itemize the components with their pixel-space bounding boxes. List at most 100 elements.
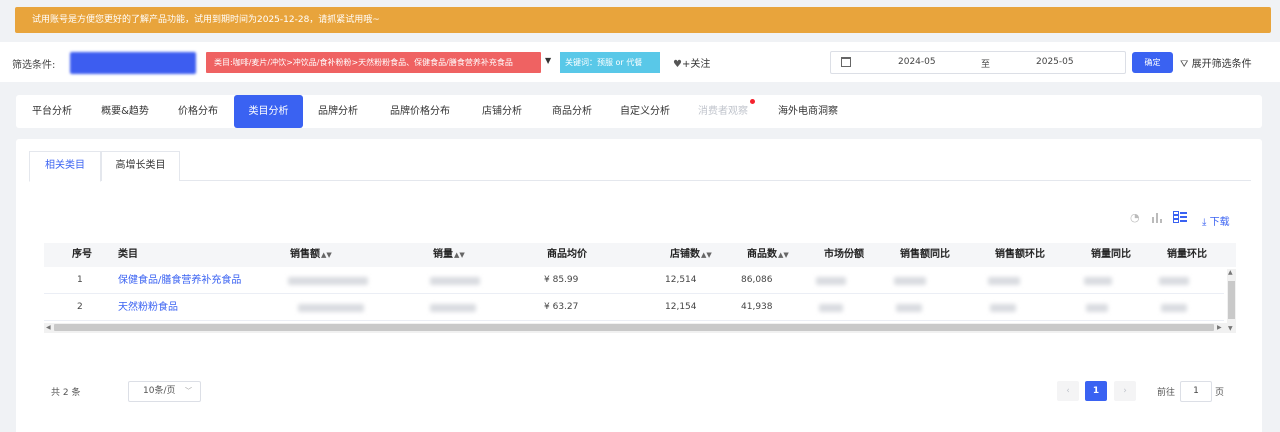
page-size-value: 10条/页	[143, 386, 176, 396]
calendar-icon	[841, 57, 851, 67]
download-button[interactable]: ⤓ 下载	[1202, 213, 1230, 228]
tab-custom-analysis[interactable]: 自定义分析	[610, 95, 680, 128]
category-analysis-card: 相关类目 高增长类目 ◔ ⤓ 下载 序号 类目 销售额▲▼ 销量▲▼ 商品均价 …	[16, 139, 1262, 432]
shop-count-cell: 12,154	[665, 302, 697, 312]
date-start[interactable]: 2024-05	[898, 57, 936, 67]
analysis-tabs: 平台分析 概要&趋势 价格分布 类目分析 品牌分析 品牌价格分布 店铺分析 商品…	[16, 95, 1262, 128]
avg-price-cell: ¥ 85.99	[544, 275, 579, 285]
horizontal-scrollbar[interactable]: ◀ ▶	[44, 323, 1227, 333]
category-filter-tag[interactable]: 类目:咖啡/麦片/冲饮>冲饮品/食补粉粉>天然粉粉食品、保健食品/膳食营养补充食…	[206, 52, 541, 73]
col-market-share: 市场份额	[824, 249, 864, 260]
sort-icon[interactable]: ▲▼	[454, 251, 465, 259]
tab-overview-trend[interactable]: 概要&趋势	[90, 95, 160, 128]
blurred-sales-volume	[430, 304, 476, 312]
notification-dot	[750, 99, 755, 104]
blurred-sales-amount	[288, 277, 368, 285]
blurred-volume-yoy	[1084, 277, 1112, 285]
date-range-picker[interactable]: 2024-05 至 2025-05	[830, 51, 1126, 74]
subtab-high-growth-categories[interactable]: 高增长类目	[101, 151, 180, 181]
follow-button[interactable]: ♥+关注	[673, 55, 710, 70]
table-view-icon[interactable]	[1173, 211, 1187, 226]
trial-notice-banner: 试用账号是方便您更好的了解产品功能，试用到期时间为2025-12-28，请抓紧试…	[15, 7, 1271, 33]
col-goods-count[interactable]: 商品数▲▼	[747, 243, 789, 267]
scroll-up-icon[interactable]: ▲	[1228, 269, 1233, 276]
tab-platform-analysis[interactable]: 平台分析	[20, 95, 84, 128]
blurred-platform-tag[interactable]	[70, 52, 196, 74]
shop-count-cell: 12,514	[665, 275, 697, 285]
goto-page-input[interactable]: 1	[1180, 381, 1212, 402]
goods-count-cell: 86,086	[741, 275, 773, 285]
tab-product-analysis[interactable]: 商品分析	[540, 95, 604, 128]
scroll-left-icon[interactable]: ◀	[46, 324, 51, 331]
next-page-button[interactable]: ›	[1114, 381, 1136, 401]
blurred-volume-mom	[1159, 277, 1189, 285]
page-1-button[interactable]: 1	[1085, 381, 1107, 401]
tab-price-distribution[interactable]: 价格分布	[166, 95, 230, 128]
blurred-market-share	[816, 277, 846, 285]
date-separator: 至	[981, 60, 991, 70]
col-sales-amount[interactable]: 销售额▲▼	[290, 243, 332, 267]
blurred-sales-mom	[990, 304, 1016, 312]
tab-shop-analysis[interactable]: 店铺分析	[470, 95, 534, 128]
tab-consumer-insight[interactable]: 消费者观察	[688, 95, 758, 128]
col-avg-price: 商品均价	[547, 249, 587, 260]
col-goods-count-label: 商品数	[747, 249, 777, 260]
subtabs: 相关类目 高增长类目	[29, 151, 1251, 182]
prev-page-button[interactable]: ‹	[1057, 381, 1079, 401]
download-label: 下载	[1209, 217, 1230, 228]
goto-label: 前往	[1157, 388, 1176, 398]
col-sales-volume[interactable]: 销量▲▼	[433, 243, 465, 267]
tab-category-analysis[interactable]: 类目分析	[234, 95, 303, 128]
filter-bar: 筛选条件: 类目:咖啡/麦片/冲饮>冲饮品/食补粉粉>天然粉粉食品、保健食品/膳…	[0, 42, 1280, 82]
blurred-volume-yoy	[1086, 304, 1108, 312]
blurred-sales-yoy	[894, 277, 926, 285]
tab-overseas-ecommerce[interactable]: 海外电商洞察	[766, 95, 850, 128]
pie-chart-icon[interactable]: ◔	[1130, 211, 1140, 224]
chevron-down-icon: ﹀	[185, 387, 192, 395]
filter-label: 筛选条件:	[12, 60, 56, 71]
follow-label: +关注	[681, 59, 711, 70]
bar-chart-icon[interactable]	[1151, 211, 1163, 226]
vertical-scrollbar[interactable]: ▲ ▼	[1227, 269, 1236, 333]
table-row: 1 保健食品/膳食营养补充食品 ¥ 85.99 12,514 86,086	[44, 267, 1224, 294]
filter-icon: ⛛	[1180, 59, 1189, 70]
page-size-select[interactable]: 10条/页 ﹀	[128, 381, 201, 402]
table-row: 2 天然粉粉食品 ¥ 63.27 12,154 41,938	[44, 294, 1224, 321]
col-volume-mom: 销量环比	[1167, 249, 1207, 260]
scroll-thumb[interactable]	[54, 324, 1214, 331]
tab-brand-price-distribution[interactable]: 品牌价格分布	[378, 95, 462, 128]
category-link[interactable]: 天然粉粉食品	[118, 294, 178, 321]
row-index: 1	[77, 275, 83, 285]
blurred-sales-mom	[988, 277, 1020, 285]
blurred-sales-amount	[298, 304, 364, 312]
table-header: 序号 类目 销售额▲▼ 销量▲▼ 商品均价 店铺数▲▼ 商品数▲▼ 市场份额 销…	[44, 243, 1236, 267]
tab-brand-analysis[interactable]: 品牌分析	[306, 95, 370, 128]
scroll-thumb[interactable]	[1228, 281, 1235, 319]
keyword-filter-tag[interactable]: 关键词：预服 or 代餐	[560, 52, 660, 73]
col-index: 序号	[72, 249, 92, 260]
col-sales-amount-label: 销售额	[290, 249, 320, 260]
sort-icon[interactable]: ▲▼	[701, 251, 712, 259]
total-count: 共 2 条	[51, 388, 81, 398]
blurred-volume-mom	[1161, 304, 1187, 312]
scroll-right-icon[interactable]: ▶	[1217, 324, 1222, 331]
date-end[interactable]: 2025-05	[1036, 57, 1074, 67]
caret-down-icon[interactable]: ▼	[545, 56, 551, 65]
expand-filters-button[interactable]: ⛛ 展开筛选条件	[1180, 55, 1252, 70]
goods-count-cell: 41,938	[741, 302, 773, 312]
col-category: 类目	[118, 249, 138, 260]
heart-icon: ♥	[673, 59, 682, 70]
blurred-market-share	[819, 304, 843, 312]
sort-icon[interactable]: ▲▼	[321, 251, 332, 259]
col-shop-count-label: 店铺数	[670, 249, 700, 260]
blurred-sales-yoy	[896, 304, 922, 312]
confirm-button[interactable]: 确定	[1132, 52, 1173, 73]
avg-price-cell: ¥ 63.27	[544, 302, 579, 312]
category-link[interactable]: 保健食品/膳食营养补充食品	[118, 267, 241, 294]
sort-icon[interactable]: ▲▼	[778, 251, 789, 259]
expand-filters-label: 展开筛选条件	[1191, 59, 1252, 70]
col-shop-count[interactable]: 店铺数▲▼	[670, 243, 712, 267]
scroll-down-icon[interactable]: ▼	[1228, 325, 1233, 332]
subtab-related-categories[interactable]: 相关类目	[29, 151, 101, 182]
goto-suffix: 页	[1215, 388, 1225, 398]
